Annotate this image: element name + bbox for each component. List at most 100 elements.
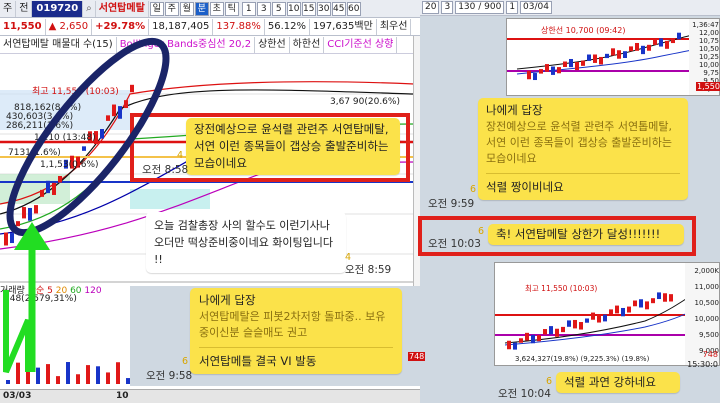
- r1-separator: [486, 173, 680, 174]
- axis-tick: 2,000K: [694, 267, 719, 275]
- candle: [623, 51, 627, 58]
- minute-button[interactable]: 60: [346, 1, 361, 16]
- minute-button[interactable]: 5: [271, 1, 286, 16]
- chat-bubble-m1[interactable]: 장전예상으로 윤석렬 관련주 서연탑메탈, 서연 이런 종목들이 갭상승 출발준…: [186, 118, 400, 175]
- axis-tick: 10,25: [698, 53, 719, 61]
- minute-button[interactable]: 45: [331, 1, 346, 16]
- rt-input-1[interactable]: 20: [422, 1, 440, 14]
- indicator-bar: 서연탑메탈 매물대 수(15) Bollinger Bands중심선 20,2 …: [0, 36, 429, 54]
- candle: [519, 338, 523, 343]
- minute-button[interactable]: 1: [241, 1, 256, 16]
- candle: [611, 48, 615, 56]
- candle: [653, 39, 657, 45]
- candle: [537, 335, 541, 342]
- axis-tick: 9,500: [698, 331, 719, 339]
- volume-bar: [56, 376, 60, 384]
- current-price: 11,550: [0, 18, 46, 35]
- candle: [28, 207, 32, 221]
- candle: [593, 54, 597, 63]
- chat-bubble-r1[interactable]: 나에게 답장 장전예상으로 윤석렬 관련주 서연톱메탈, 서연 이런 종목들이 …: [478, 98, 688, 200]
- candle: [651, 298, 655, 304]
- axis-748: 748: [702, 350, 718, 359]
- rt-input-2[interactable]: 3: [441, 1, 454, 14]
- m3-reply-quote: 서연탑메탈은 피봇2차저항 돌파중.. 보유중이신분 슬슬매도 권고: [199, 310, 386, 339]
- chat-bubble-r3[interactable]: 석렬 과연 강하네요: [556, 372, 680, 393]
- candle: [100, 128, 104, 139]
- minute-button[interactable]: 3: [256, 1, 271, 16]
- minute-button[interactable]: 15: [301, 1, 316, 16]
- period-button[interactable]: 주: [164, 1, 179, 16]
- candle: [641, 45, 645, 55]
- minute-button[interactable]: 10: [286, 1, 301, 16]
- chart-thumbnail-1[interactable]: 상한선 10,700 (09:42) 1,36:47 12,00 10,75 10,5…: [506, 18, 720, 96]
- volume-bar: [6, 380, 10, 384]
- chart-toolbar: 주 전 019720 ⌕ 서연탑메탈 일주월분초틱 1 3 5 10 15 30 45 60: [0, 0, 429, 18]
- m1-unread: 4: [177, 150, 184, 161]
- market-select[interactable]: 주: [0, 0, 17, 17]
- r1-text: 석렬 짱이비네요: [486, 180, 564, 194]
- candle: [575, 62, 579, 71]
- volume-bar: [106, 372, 110, 384]
- rt-input-3[interactable]: 130 / 900: [455, 1, 505, 14]
- candle: [4, 232, 8, 246]
- candle: [603, 314, 607, 322]
- chat-bubble-m3[interactable]: 나에게 답장 서연탑메탈은 피봇2차저항 돌파중.. 보유중이신분 슬슬매도 권…: [190, 288, 402, 374]
- period-button[interactable]: 분: [194, 1, 209, 16]
- candle: [627, 306, 631, 313]
- candle: [635, 42, 639, 51]
- priority-select[interactable]: 최우선: [377, 18, 412, 35]
- right-toolbar: 20 3 130 / 900 1 03/04: [420, 0, 720, 16]
- stock-code-input[interactable]: 019720: [32, 0, 84, 17]
- period-button[interactable]: 틱: [224, 1, 239, 16]
- candle: [677, 32, 681, 40]
- chat-bubble-m2[interactable]: 오늘 검찰총장 사의 할수도 이런기사나오더만 떡상준비중이네요 화이팅입니다 …: [146, 212, 346, 273]
- ratio-b: 56.12%: [265, 18, 311, 35]
- candle: [669, 294, 673, 302]
- volume-bar: [16, 362, 20, 384]
- vol-value: 748(2,579,31%): [4, 294, 77, 304]
- candle: [533, 73, 537, 81]
- change-pct: +29.78%: [92, 18, 150, 35]
- chart-title: 서연탑메탈 매물대 수(15): [0, 36, 117, 53]
- search-icon[interactable]: ⌕: [83, 0, 96, 17]
- candle: [40, 189, 44, 197]
- minute-button[interactable]: 30: [316, 1, 331, 16]
- candle: [555, 328, 559, 337]
- rt-input-4[interactable]: 1: [506, 1, 519, 14]
- m3-text: 서연탑메틀 결국 VI 발동: [199, 354, 317, 368]
- r2-text: 축! 서연탑메탈 상한가 달성!!!!!!!: [496, 227, 661, 241]
- date-axis: 03/03 10: [0, 389, 429, 403]
- r1-time: 오전 9:59: [428, 198, 475, 210]
- candle: [124, 100, 128, 109]
- date-mid: 10: [116, 391, 129, 401]
- candle: [587, 54, 591, 61]
- candle: [34, 205, 38, 214]
- chart-thumbnail-2[interactable]: 최고 11,550 (10:03) 3,624,327(19.8%) (9,22…: [494, 262, 720, 366]
- quote-bar: 11,550 ▲ 2,650 +29.78% 18,187,405 137.88…: [0, 18, 429, 36]
- candle: [118, 106, 122, 119]
- chat-bubble-r2[interactable]: 축! 서연탑메탈 상한가 달성!!!!!!!: [488, 224, 684, 245]
- period-button[interactable]: 초: [209, 1, 224, 16]
- volume: 18,187,405: [149, 18, 214, 35]
- candle: [585, 318, 589, 323]
- period-button[interactable]: 일: [149, 1, 164, 16]
- screenshot-root: 주 전 019720 ⌕ 서연탑메탈 일주월분초틱 1 3 5 10 15 30 45 60 …: [0, 0, 720, 403]
- ratio-a: 137.88%: [213, 18, 265, 35]
- m1-text: 장전예상으로 윤석렬 관련주 서연탑메탈, 서연 이런 종목들이 갭상승 출발준…: [194, 122, 389, 170]
- candle: [639, 299, 643, 308]
- m2-unread: 4: [345, 252, 352, 263]
- chart-label-4: 1,210 (13:48): [34, 133, 96, 143]
- date-start: 03/03: [3, 391, 32, 401]
- volume-bar: [76, 374, 80, 384]
- right-748-tag: 748: [408, 352, 426, 361]
- period-button[interactable]: 월: [179, 1, 194, 16]
- r3-time: 오전 10:04: [498, 388, 551, 400]
- candle: [82, 146, 86, 151]
- candle: [130, 84, 134, 93]
- candle: [22, 207, 26, 219]
- r3-text: 석렬 과연 강하네요: [564, 375, 656, 389]
- candle: [543, 329, 547, 335]
- rt-date[interactable]: 03/04: [520, 1, 552, 14]
- vol-ma-120: 120: [84, 286, 102, 296]
- period-select[interactable]: 전: [16, 0, 33, 17]
